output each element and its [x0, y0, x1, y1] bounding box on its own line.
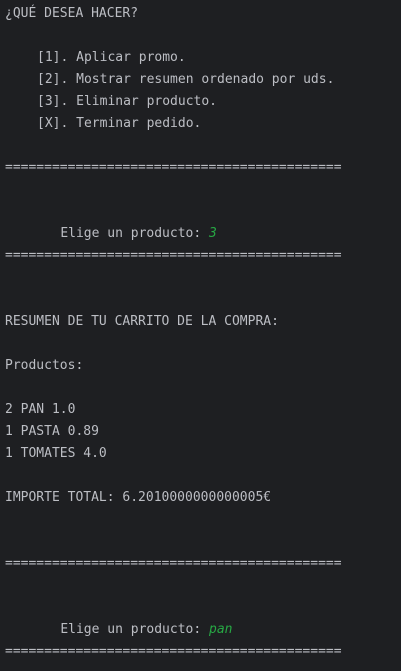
summary-title: RESUMEN DE TU CARRITO DE LA COMPRA:: [5, 314, 279, 329]
product-prompt-label: Elige un producto:: [60, 226, 210, 241]
menu-option-x: [X]. Terminar pedido.: [37, 116, 202, 131]
separator-line: ========================================…: [5, 248, 342, 263]
user-input: pan: [209, 622, 233, 637]
product-line: 1 PASTA 0.89: [5, 424, 99, 439]
user-input: 3: [209, 226, 217, 241]
product-line: 1 TOMATES 4.0: [5, 446, 107, 461]
product-line: 2 PAN 1.0: [5, 402, 76, 417]
menu-prompt: ¿QUÉ DESEA HACER?: [5, 6, 139, 21]
menu-option-1: [1]. Aplicar promo.: [37, 50, 186, 65]
product-prompt-label: Elige un producto:: [60, 622, 210, 637]
menu-option-2: [2]. Mostrar resumen ordenado por uds.: [37, 72, 335, 87]
separator-line: ========================================…: [5, 644, 342, 659]
separator-line: ========================================…: [5, 160, 342, 175]
separator-line: ========================================…: [5, 556, 342, 571]
total-amount: IMPORTE TOTAL: 6.2010000000000005€: [5, 490, 272, 505]
product-prompt-line[interactable]: Elige un producto: 3: [29, 201, 217, 241]
products-label: Productos:: [5, 358, 84, 373]
console-output[interactable]: ¿QUÉ DESEA HACER? [1]. Aplicar promo. [2…: [0, 0, 401, 671]
product-prompt-line[interactable]: Elige un producto: pan: [29, 597, 232, 637]
menu-option-3: [3]. Eliminar producto.: [37, 94, 218, 109]
